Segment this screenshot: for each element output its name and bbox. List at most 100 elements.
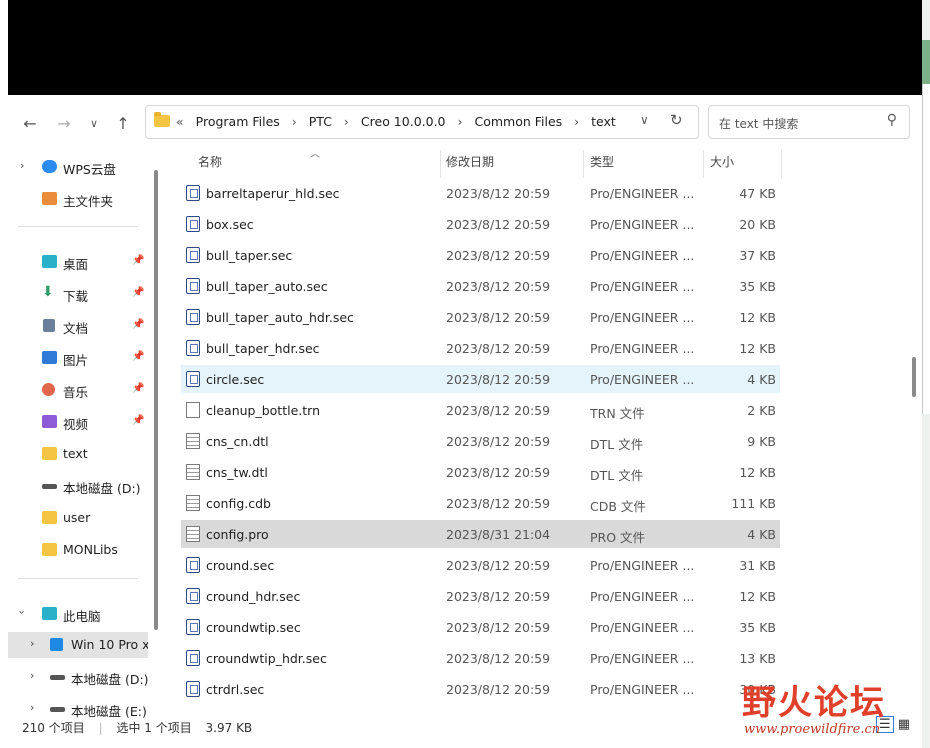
blank-file-icon [186, 402, 200, 418]
refresh-icon[interactable]: ↻ [670, 111, 683, 129]
file-name: bull_taper_auto.sec [206, 279, 328, 294]
sidebar-item-wps-cloud[interactable]: › WPS云盘 [8, 154, 148, 180]
column-header-type[interactable]: 类型 [590, 153, 614, 177]
text-file-icon [186, 495, 200, 511]
sidebar-item-text[interactable]: text [8, 441, 148, 467]
file-name: bull_taper_hdr.sec [206, 341, 320, 356]
chevron-down-icon[interactable]: › [16, 610, 29, 614]
pin-icon[interactable]: 📌 [132, 287, 144, 298]
file-date: 2023/8/12 20:59 [446, 372, 551, 387]
chevron-down-icon[interactable]: ∨ [640, 113, 649, 127]
sec-file-icon [186, 681, 200, 697]
pin-icon[interactable]: 📌 [132, 415, 144, 426]
crumb-text[interactable]: text [591, 114, 616, 129]
sidebar-item-label: 文档 [63, 321, 89, 336]
search-icon: ⚲ [886, 112, 897, 128]
file-row[interactable]: cleanup_bottle.trn 2023/8/12 20:59 TRN 文件 2… [181, 396, 780, 424]
crumb-common-files[interactable]: Common Files [474, 114, 562, 129]
file-row[interactable]: cround_hdr.sec 2023/8/12 20:59 Pro/ENGINEE… [181, 582, 780, 610]
file-row[interactable]: bull_taper_auto_hdr.sec 2023/8/12 20:59 Pr… [181, 303, 780, 331]
file-size: 31 KB [739, 558, 776, 573]
file-name: config.cdb [206, 496, 271, 511]
crumb-creo[interactable]: Creo 10.0.0.0 [361, 114, 446, 129]
column-divider[interactable] [703, 150, 704, 178]
search-input[interactable]: 在 text 中搜索 ⚲ [708, 105, 910, 139]
sidebar-item-this-pc[interactable]: › 此电脑 [8, 601, 148, 627]
sidebar-item-label: 本地磁盘 (D:) [71, 672, 148, 687]
sidebar-item-monlibs[interactable]: MONLibs [8, 537, 148, 563]
navigation-pane: › WPS云盘 主文件夹 桌面 📌 ⬇ 下载 📌 文档 📌 图片 📌 音乐 📌 … [8, 150, 148, 720]
sidebar-item-drive-d[interactable]: 本地磁盘 (D:) [8, 473, 148, 499]
pin-icon[interactable]: 📌 [132, 255, 144, 266]
address-bar[interactable]: « Program Files › PTC › Creo 10.0.0.0 › … [145, 105, 699, 139]
column-header-size[interactable]: 大小 [710, 153, 734, 177]
file-row[interactable]: cns_cn.dtl 2023/8/12 20:59 DTL 文件 9 KB [181, 427, 780, 455]
sidebar-item-label: 主文件夹 [63, 194, 114, 209]
file-row[interactable]: box.sec 2023/8/12 20:59 Pro/ENGINEER ... 20… [181, 210, 780, 238]
file-row[interactable]: bull_taper.sec 2023/8/12 20:59 Pro/ENGINEE… [181, 241, 780, 269]
file-date: 2023/8/12 20:59 [446, 310, 551, 325]
file-row[interactable]: cround.sec 2023/8/12 20:59 Pro/ENGINEER ..… [181, 551, 780, 579]
crumb-separator: › [457, 114, 463, 129]
overflow-chevron[interactable]: « [176, 114, 184, 129]
up-button[interactable]: ↑ [111, 112, 135, 136]
file-row[interactable]: circle.sec 2023/8/12 20:59 Pro/ENGINEER ..… [181, 365, 780, 393]
sidebar-item-downloads[interactable]: ⬇ 下载 📌 [8, 281, 148, 307]
sidebar-item-drive-d2[interactable]: › 本地磁盘 (D:) [8, 664, 148, 690]
column-divider[interactable] [583, 150, 584, 178]
sidebar-item-desktop[interactable]: 桌面 📌 [8, 249, 148, 275]
sidebar-divider [18, 578, 138, 579]
sidebar-item-drive-c[interactable]: › Win 10 Pro x64 (C:) [8, 632, 148, 658]
sec-file-icon [186, 247, 200, 263]
column-header-date[interactable]: 修改日期 [446, 153, 494, 177]
file-row[interactable]: bull_taper_hdr.sec 2023/8/12 20:59 Pro/ENG… [181, 334, 780, 362]
file-row[interactable]: barreltaperur_hld.sec 2023/8/12 20:59 Pro/… [181, 179, 780, 207]
file-row[interactable]: croundwtip_hdr.sec 2023/8/12 20:59 Pro/ENG… [181, 644, 780, 672]
file-row[interactable]: croundwtip.sec 2023/8/12 20:59 Pro/ENGINEE… [181, 613, 780, 641]
sidebar-item-label: 视频 [63, 417, 89, 432]
pin-icon[interactable]: 📌 [132, 383, 144, 394]
sidebar-item-pictures[interactable]: 图片 📌 [8, 345, 148, 371]
file-date: 2023/8/12 20:59 [446, 341, 551, 356]
file-name: ctrdrl.sec [206, 682, 265, 697]
file-row[interactable]: bull_taper_auto.sec 2023/8/12 20:59 Pro/EN… [181, 272, 780, 300]
column-divider[interactable] [440, 150, 441, 178]
pin-icon[interactable]: 📌 [132, 351, 144, 362]
file-row[interactable]: config.cdb 2023/8/12 20:59 CDB 文件 111 KB [181, 489, 780, 517]
sidebar-item-drive-e[interactable]: › 本地磁盘 (E:) [8, 696, 148, 720]
back-button[interactable]: ← [18, 112, 42, 136]
search-placeholder: 在 text 中搜索 [719, 117, 799, 131]
sec-file-icon [186, 650, 200, 666]
file-explorer-window: ← → ∨ ↑ « Program Files › PTC › Creo 10.… [8, 95, 922, 748]
file-row[interactable]: ctrdrl.sec 2023/8/12 20:59 Pro/ENGINEER ..… [181, 675, 780, 703]
file-size: 2 KB [747, 403, 776, 418]
chevron-right-icon[interactable]: › [20, 159, 24, 172]
pin-icon[interactable]: 📌 [132, 319, 144, 330]
chevron-right-icon[interactable]: › [30, 637, 34, 650]
recent-locations-button[interactable]: ∨ [82, 112, 106, 136]
sidebar-item-user[interactable]: user [8, 505, 148, 531]
file-row[interactable]: config.pro 2023/8/31 21:04 PRO 文件 4 KB [181, 520, 780, 548]
file-type: Pro/ENGINEER ... [590, 341, 695, 356]
file-name: barreltaperur_hld.sec [206, 186, 340, 201]
column-header-name[interactable]: 名称 [198, 153, 222, 177]
chevron-right-icon[interactable]: › [30, 701, 34, 714]
file-type: Pro/ENGINEER ... [590, 248, 695, 263]
sidebar-scrollbar[interactable] [154, 170, 158, 630]
crumb-program-files[interactable]: Program Files [196, 114, 280, 129]
forward-button[interactable]: → [52, 112, 76, 136]
crumb-ptc[interactable]: PTC [309, 114, 332, 129]
sidebar-item-music[interactable]: 音乐 📌 [8, 377, 148, 403]
file-size: 12 KB [739, 589, 776, 604]
sidebar-item-videos[interactable]: 视频 📌 [8, 409, 148, 435]
file-size: 47 KB [739, 186, 776, 201]
file-name: bull_taper_auto_hdr.sec [206, 310, 354, 325]
text-file-icon [186, 433, 200, 449]
column-divider[interactable] [781, 150, 782, 178]
sidebar-item-documents[interactable]: 文档 📌 [8, 313, 148, 339]
file-name: cleanup_bottle.trn [206, 403, 320, 418]
file-row[interactable]: cns_tw.dtl 2023/8/12 20:59 DTL 文件 12 KB [181, 458, 780, 486]
file-list-scrollbar[interactable] [912, 357, 916, 397]
sidebar-item-home[interactable]: 主文件夹 [8, 186, 148, 212]
chevron-right-icon[interactable]: › [30, 669, 34, 682]
